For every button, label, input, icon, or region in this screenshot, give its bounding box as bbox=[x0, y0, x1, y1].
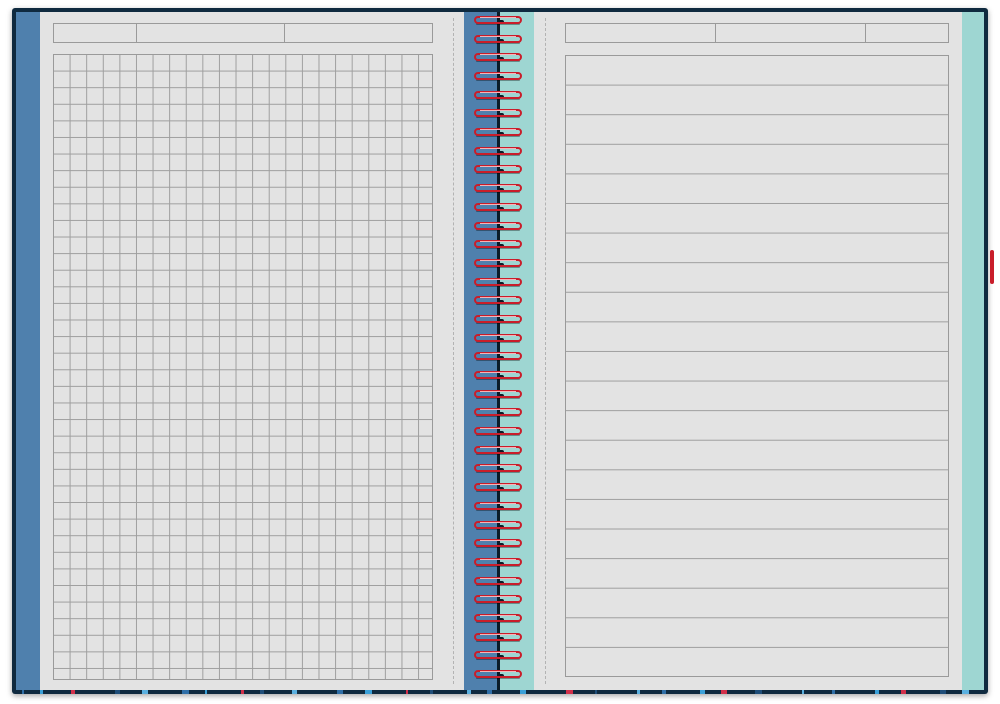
spiral-ring bbox=[474, 257, 522, 269]
spiral-ring bbox=[474, 126, 522, 138]
spiral-ring bbox=[474, 519, 522, 531]
spiral-ring bbox=[474, 220, 522, 232]
spiral-ring bbox=[474, 89, 522, 101]
spiral-ring bbox=[474, 462, 522, 474]
spiral-ring bbox=[474, 14, 522, 26]
spiral-ring bbox=[474, 276, 522, 288]
spiral-ring bbox=[474, 70, 522, 82]
right-page bbox=[534, 12, 962, 690]
spiral-ring bbox=[474, 107, 522, 119]
spiral-ring bbox=[474, 350, 522, 362]
spiral-ring bbox=[474, 388, 522, 400]
spiral-ring bbox=[474, 500, 522, 512]
grid-ruled-area bbox=[53, 54, 433, 680]
spiral-ring bbox=[474, 406, 522, 418]
header-cell bbox=[137, 24, 285, 42]
header-cell bbox=[566, 24, 716, 42]
lined-writing-area bbox=[565, 55, 949, 677]
spiral-ring bbox=[474, 51, 522, 63]
header-cell bbox=[866, 24, 948, 42]
spiral-ring bbox=[474, 33, 522, 45]
left-page-header-table bbox=[53, 23, 433, 43]
right-page-perforation-line bbox=[545, 18, 546, 684]
left-page-edge-strip bbox=[16, 12, 40, 690]
spiral-ring bbox=[474, 631, 522, 643]
spiral-ring bbox=[474, 481, 522, 493]
left-page-perforation-line bbox=[453, 18, 454, 684]
left-page bbox=[40, 12, 464, 690]
spiral-ring bbox=[474, 182, 522, 194]
spiral-ring bbox=[474, 201, 522, 213]
cover-tab-marker bbox=[990, 250, 994, 284]
right-page-edge-strip bbox=[962, 12, 984, 690]
spiral-ring bbox=[474, 444, 522, 456]
right-page-header-table bbox=[565, 23, 949, 43]
header-cell bbox=[716, 24, 866, 42]
spiral-ring bbox=[474, 332, 522, 344]
spiral-ring bbox=[474, 575, 522, 587]
spiral-ring bbox=[474, 369, 522, 381]
spiral-ring bbox=[474, 145, 522, 157]
spiral-ring bbox=[474, 556, 522, 568]
header-cell bbox=[285, 24, 432, 42]
spiral-ring bbox=[474, 238, 522, 250]
spiral-ring bbox=[474, 537, 522, 549]
spiral-ring bbox=[474, 649, 522, 661]
spiral-ring bbox=[474, 612, 522, 624]
spiral-ring bbox=[474, 668, 522, 680]
header-cell bbox=[54, 24, 137, 42]
spiral-ring bbox=[474, 425, 522, 437]
spiral-ring bbox=[474, 163, 522, 175]
spiral-ring bbox=[474, 593, 522, 605]
spiral-ring bbox=[474, 294, 522, 306]
spiral-ring bbox=[474, 313, 522, 325]
